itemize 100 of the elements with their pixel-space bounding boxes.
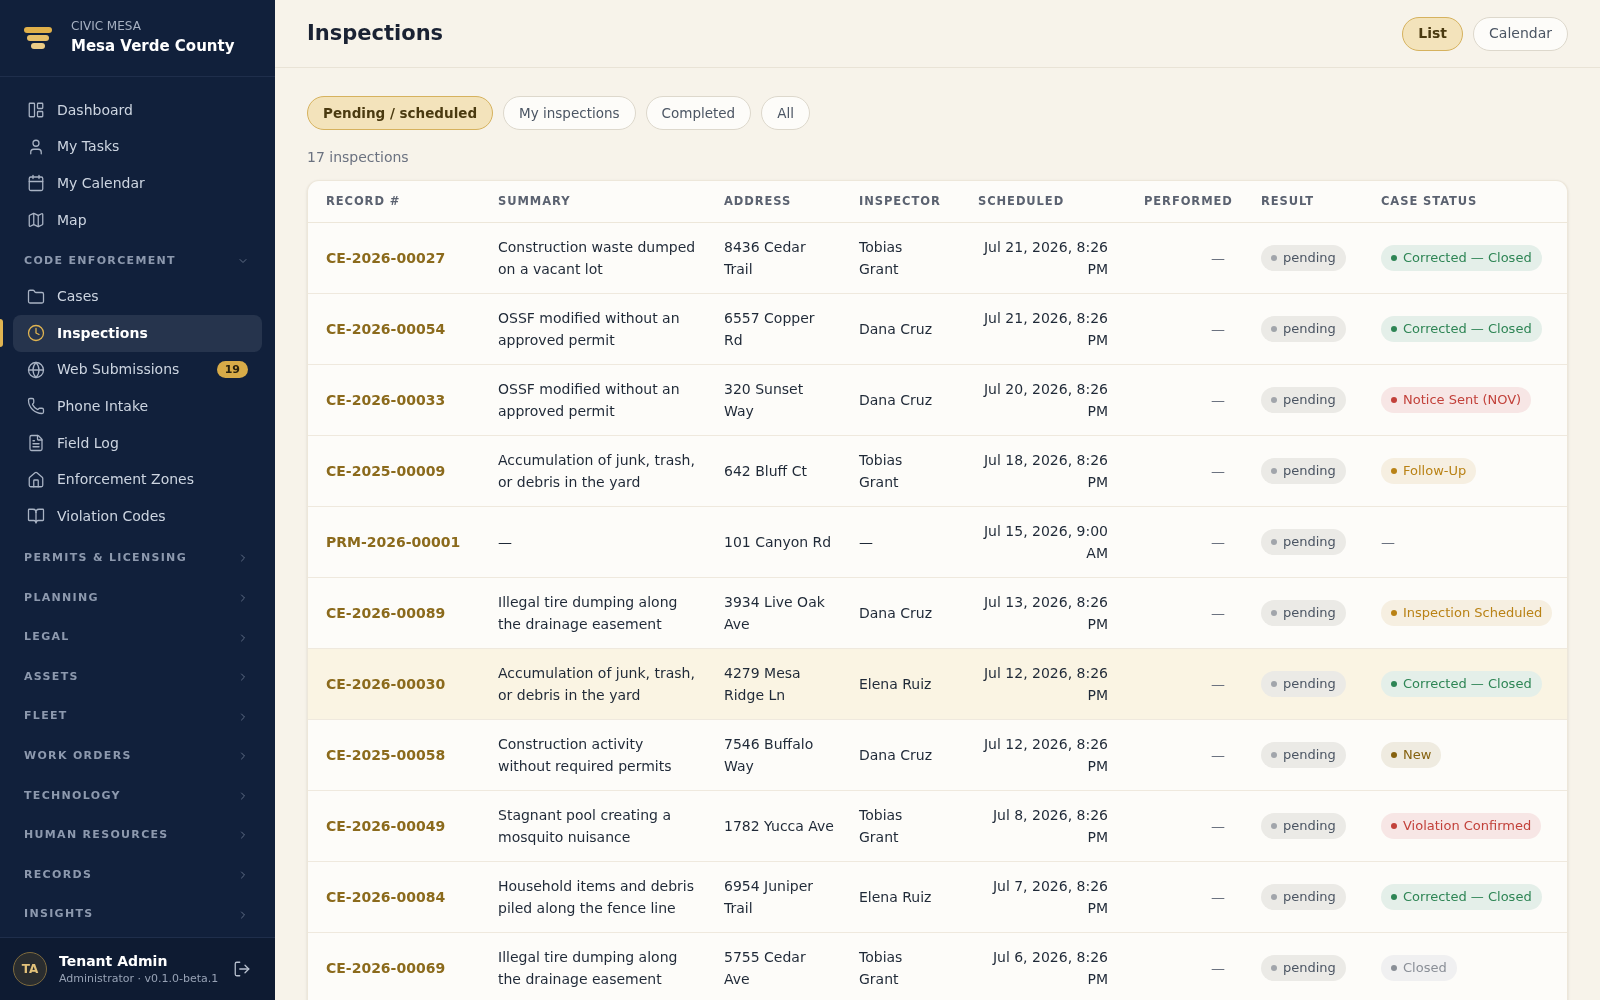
status-text: pending [1283, 959, 1336, 977]
status-text: Closed [1403, 959, 1447, 977]
status-text: Corrected — Closed [1403, 249, 1532, 267]
status-text: pending [1283, 817, 1336, 835]
clock-icon [27, 324, 45, 343]
record-link[interactable]: CE-2026-00027 [326, 247, 446, 269]
status-text: New [1403, 746, 1432, 764]
record-link[interactable]: CE-2025-00009 [326, 460, 446, 482]
nav-item[interactable]: Inspections [13, 314, 262, 352]
section-header[interactable]: HUMAN RESOURCES [0, 815, 275, 856]
section-header[interactable]: PERMITS & LICENSING [0, 538, 275, 579]
map-icon [27, 211, 45, 230]
status-text: Follow-Up [1403, 462, 1467, 480]
table-cell-text: Jul 12, 2026, 8:26 PM [982, 735, 1108, 776]
table-row[interactable]: CE-2026-00084 Household items and debris piled along the fence line 6954 Juniper Trail Elena Ruiz Jul 7, 2026, 8:26 PM — pending Corrected — Closed [308, 862, 1567, 933]
record-link[interactable]: CE-2026-00069 [326, 957, 446, 979]
count-badge: 19 [216, 361, 248, 379]
table-row[interactable]: CE-2025-00058 Construction activity without required permits 7546 Buffalo Way Dana Cruz Jul 12, 2026, 8:26 PM — pending New [308, 720, 1567, 791]
filter-chip[interactable]: Completed [645, 96, 752, 130]
table-cell-text: Construction waste dumped on a vacant lot [498, 238, 697, 279]
record-link[interactable]: CE-2025-00058 [326, 744, 446, 766]
table-cell-text: — [1211, 817, 1225, 836]
folder-icon [27, 287, 45, 306]
table-cell-text: Dana Cruz [859, 320, 932, 339]
record-link[interactable]: PRM-2026-00001 [326, 531, 461, 553]
table-cell-text: Elena Ruiz [859, 675, 932, 694]
status-text: pending [1283, 533, 1336, 551]
section-header[interactable]: ASSETS [0, 657, 275, 697]
table-row[interactable]: CE-2026-00069 Illegal tire dumping along the drainage easement 5755 Cedar Ave Tobias Grant Jul 6, 2026, 8:26 PM — pending Closed [308, 933, 1567, 1000]
table-cell-text: Jul 15, 2026, 9:00 AM [982, 522, 1108, 563]
table-cell-text: Stagnant pool creating a mosquito nuisance [498, 806, 672, 847]
section-header[interactable]: RECORDS [0, 855, 275, 895]
result-count: 17 inspections [307, 148, 409, 167]
section-header[interactable]: FLEET [0, 696, 275, 737]
status-text: Inspection Scheduled [1403, 604, 1543, 622]
table-cell-text: — [498, 533, 512, 552]
section-header[interactable]: WORK ORDERS [0, 736, 275, 777]
nav-item[interactable]: Map [13, 201, 262, 239]
record-link[interactable]: CE-2026-00033 [326, 389, 446, 411]
table-cell-text: Construction activity without required permits [498, 735, 673, 776]
view-toggle-tab[interactable]: List [1402, 16, 1464, 51]
logout-icon [233, 960, 251, 978]
status-text: Notice Sent (NOV) [1403, 391, 1522, 409]
table-row[interactable]: CE-2026-00049 Stagnant pool creating a mosquito nuisance 1782 Yucca Ave Tobias Grant Jul 8, 2026, 8:26 PM — pending Violation Confirmed [308, 791, 1567, 862]
nav-item[interactable]: Web Submissions 19 [13, 351, 262, 389]
logout-button[interactable] [233, 960, 251, 978]
table-cell-text: — [1211, 675, 1225, 694]
record-link[interactable]: CE-2026-00049 [326, 815, 446, 837]
section-header[interactable]: LEGAL [0, 617, 275, 658]
status-text: pending [1283, 746, 1336, 764]
table-row[interactable]: PRM-2026-00001 — 101 Canyon Rd — Jul 15, 2026, 9:00 AM — pending — [308, 507, 1567, 578]
table-cell-text: Jul 18, 2026, 8:26 PM [982, 451, 1108, 492]
filter-chip[interactable]: All [761, 96, 810, 130]
table-cell-text: — [1211, 462, 1225, 481]
record-link[interactable]: CE-2026-00054 [326, 318, 446, 340]
table-cell-text: Jul 21, 2026, 8:26 PM [982, 309, 1108, 350]
document-icon [27, 434, 45, 453]
table-cell-text: Dana Cruz [859, 746, 932, 765]
table-cell-text: 6954 Juniper Trail [724, 877, 815, 918]
nav-item[interactable]: Dashboard [13, 92, 262, 129]
table-cell-text: — [1211, 888, 1225, 907]
nav-item[interactable]: My Calendar [13, 165, 262, 202]
record-link[interactable]: CE-2026-00089 [326, 602, 446, 624]
section-header[interactable]: TECHNOLOGY [0, 776, 275, 816]
nav-item[interactable]: Phone Intake [13, 388, 262, 425]
view-toggle-tab[interactable]: Calendar [1473, 16, 1568, 51]
nav-item[interactable]: Enforcement Zones [13, 461, 262, 498]
table-row[interactable]: CE-2026-00027 Construction waste dumped on a vacant lot 8436 Cedar Trail Tobias Grant Jul 21, 2026, 8:26 PM — pending Corrected — Closed [308, 223, 1567, 294]
table-cell-text: Jul 21, 2026, 8:26 PM [982, 238, 1108, 279]
table-cell-text: — [1211, 320, 1225, 339]
filter-chip[interactable]: My inspections [503, 96, 636, 130]
table-cell-text: — [1211, 533, 1225, 552]
section-header[interactable]: PLANNING [0, 578, 275, 618]
table-cell-text: OSSF modified without an approved permit [498, 309, 681, 350]
nav-item[interactable]: My Tasks [13, 128, 262, 166]
table-row[interactable]: CE-2026-00054 OSSF modified without an approved permit 6557 Copper Rd Dana Cruz Jul 21, 2026, 8:26 PM — pending Corrected — Closed [308, 294, 1567, 365]
status-text: pending [1283, 320, 1336, 338]
phone-icon [27, 397, 45, 416]
filter-chip[interactable]: Pending / scheduled [307, 96, 494, 130]
table-row[interactable]: CE-2026-00089 Illegal tire dumping along the drainage easement 3934 Live Oak Ave Dana Cruz Jul 13, 2026, 8:26 PM — pending Inspection Scheduled [308, 578, 1567, 649]
table-cell-text: 5755 Cedar Ave [724, 948, 807, 989]
section-header[interactable]: INSIGHTS [0, 894, 275, 935]
record-link[interactable]: CE-2026-00030 [326, 673, 446, 695]
table-row[interactable]: CE-2026-00033 OSSF modified without an approved permit 320 Sunset Way Dana Cruz Jul 20, 2026, 8:26 PM — pending Notice Sent (NOV) [308, 365, 1567, 436]
nav-item[interactable]: Violation Codes [13, 497, 262, 535]
brand-name: Mesa Verde County [71, 36, 235, 57]
user-name: Tenant Admin [59, 952, 168, 971]
person-icon [27, 137, 45, 156]
table-row[interactable]: CE-2025-00009 Accumulation of junk, trash, or debris in the yard 642 Bluff Ct Tobias Grant Jul 18, 2026, 8:26 PM — pending Follow-Up [308, 436, 1567, 507]
table-cell-text: 3934 Live Oak Ave [724, 593, 826, 634]
record-link[interactable]: CE-2026-00084 [326, 886, 446, 908]
nav-item[interactable]: Field Log [13, 424, 262, 462]
section-header[interactable]: CODE ENFORCEMENT [0, 244, 275, 279]
brand-org: CIVIC MESA [71, 18, 141, 34]
nav-item[interactable]: Cases [13, 278, 262, 315]
panels-icon [27, 101, 45, 120]
column-header: RESULT [1261, 192, 1315, 210]
table-row[interactable]: CE-2026-00030 Accumulation of junk, trash, or debris in the yard 4279 Mesa Ridge Ln Elena Ruiz Jul 12, 2026, 8:26 PM — pending Corrected — Closed [308, 649, 1567, 720]
table-cell-text: — [1211, 249, 1225, 268]
page-title: Inspections [307, 19, 444, 47]
